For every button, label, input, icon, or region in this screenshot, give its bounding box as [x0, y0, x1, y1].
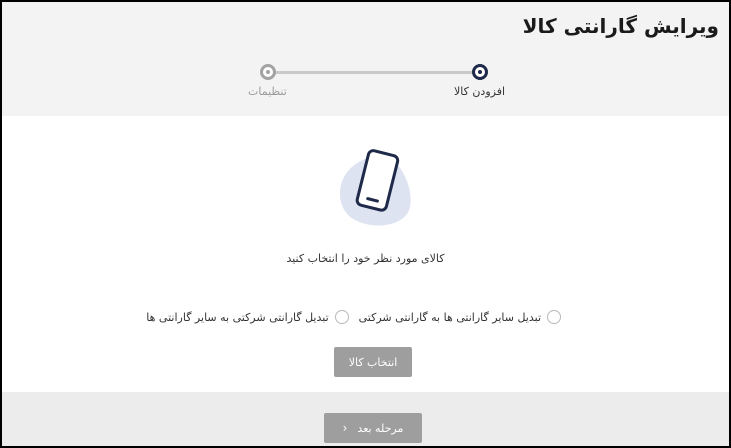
footer: › مرحله بعد	[2, 392, 729, 446]
next-step-button[interactable]: › مرحله بعد	[324, 413, 422, 443]
next-step-label: مرحله بعد	[357, 421, 404, 435]
header: ویرایش گارانتی کالا افزودن کالا تنظیمات	[2, 2, 729, 116]
phone-icon	[339, 149, 411, 226]
stepper-line	[268, 71, 480, 74]
select-product-prompt: کالای مورد نظر خود را انتخاب کنید	[286, 252, 445, 265]
step-label-settings[interactable]: تنظیمات	[248, 85, 287, 98]
radio-option-company-to-other[interactable]: تبدیل گارانتی شرکتی به سایر گارانتی ها	[146, 310, 349, 324]
step-dot-add-product[interactable]	[472, 64, 488, 80]
conversion-options: تبدیل گارانتی شرکتی به سایر گارانتی ها ت…	[136, 310, 561, 324]
step-dot-settings[interactable]	[260, 64, 276, 80]
select-product-button[interactable]: انتخاب کالا	[334, 347, 412, 377]
page-frame: ویرایش گارانتی کالا افزودن کالا تنظیمات …	[0, 0, 731, 448]
stepper: افزودن کالا تنظیمات	[2, 2, 729, 116]
chevron-right-icon: ›	[342, 421, 348, 435]
radio-button[interactable]	[547, 310, 561, 324]
step-label-add-product[interactable]: افزودن کالا	[454, 85, 505, 98]
radio-button[interactable]	[334, 310, 349, 324]
radio-label[interactable]: تبدیل گارانتی شرکتی به سایر گارانتی ها	[146, 311, 328, 324]
radio-label[interactable]: تبدیل سایر گارانتی ها به گارانتی شرکتی	[359, 311, 541, 324]
main-content: کالای مورد نظر خود را انتخاب کنید تبدیل …	[2, 116, 729, 392]
radio-option-other-to-company[interactable]: تبدیل سایر گارانتی ها به گارانتی شرکتی	[359, 310, 561, 324]
